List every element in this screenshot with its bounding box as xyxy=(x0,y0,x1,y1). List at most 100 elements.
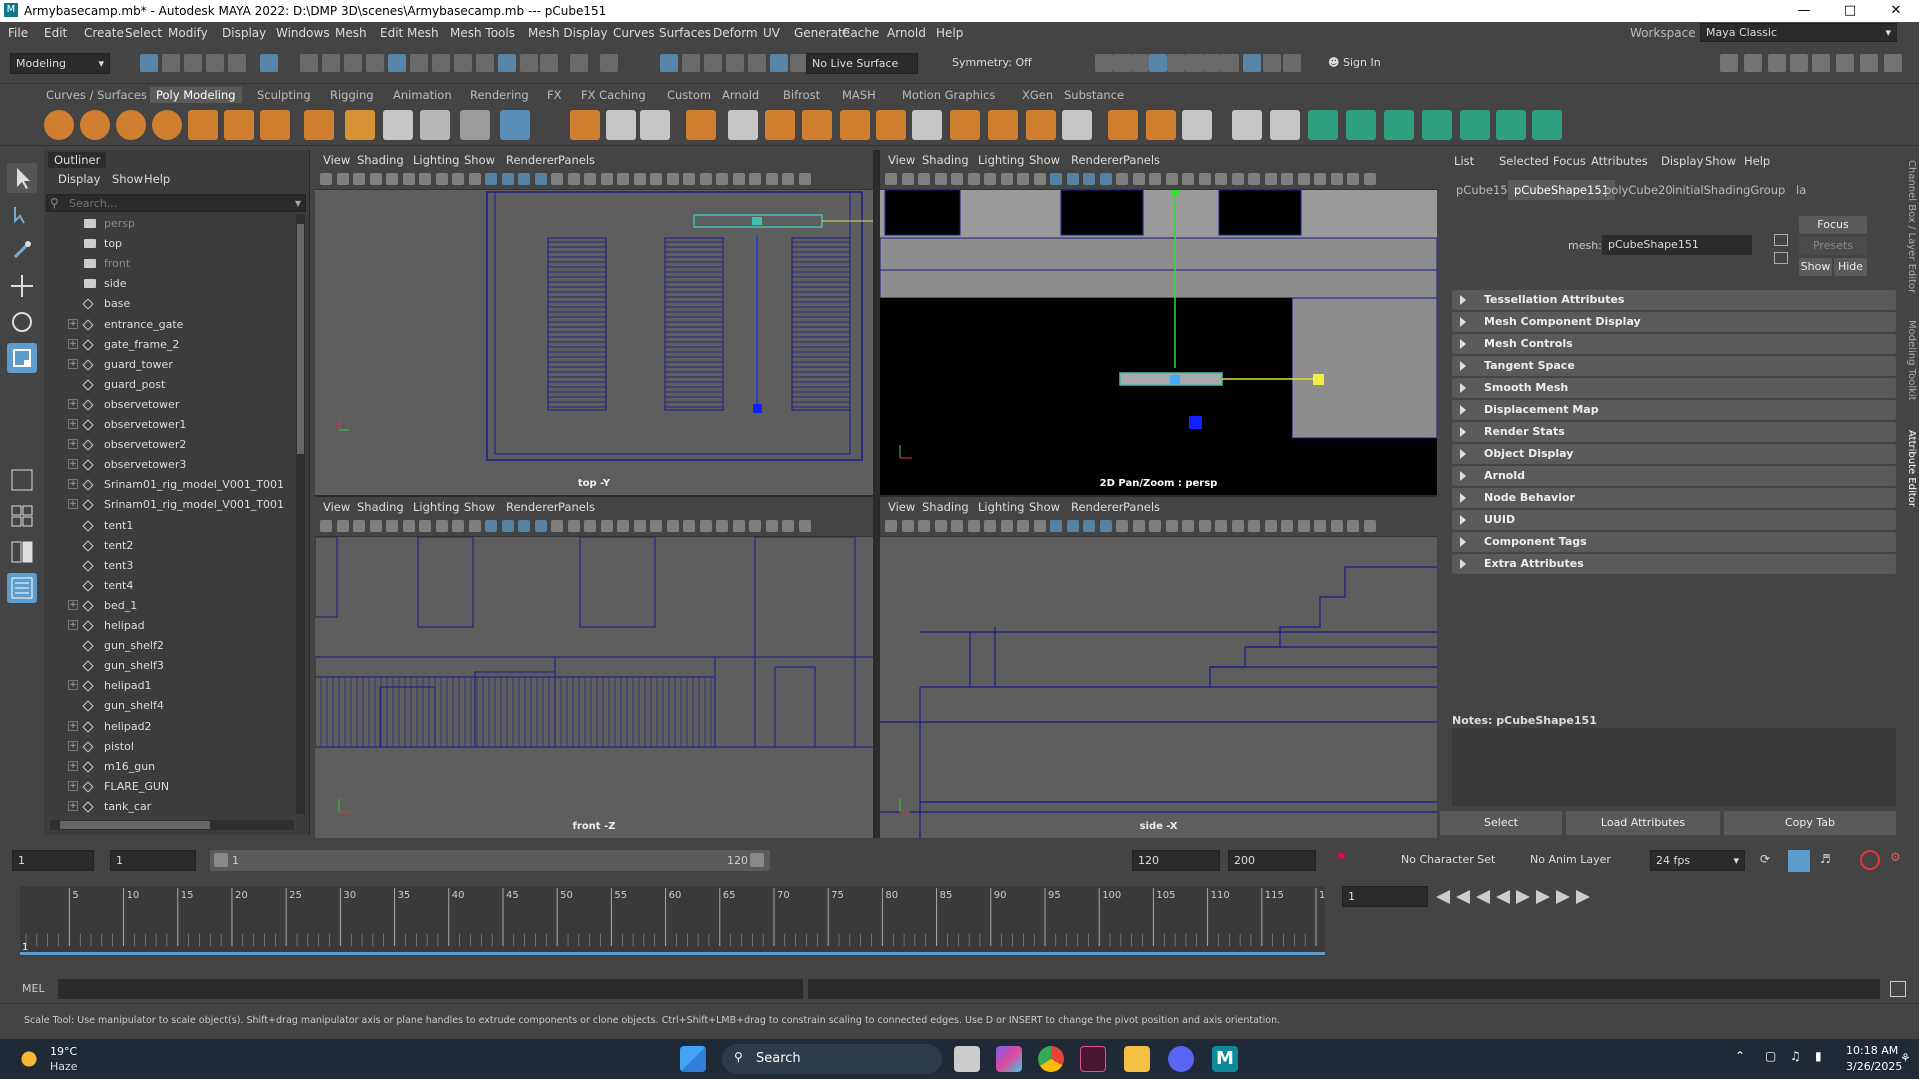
viewport-menu-view[interactable]: View xyxy=(888,500,915,514)
outliner-item-tent3[interactable]: tent3 xyxy=(44,556,284,576)
status-tool-icon[interactable] xyxy=(454,54,472,72)
close-button[interactable]: ✕ xyxy=(1873,0,1919,22)
viewport-tool-icon[interactable] xyxy=(1314,520,1326,532)
shelf-tool-icon[interactable] xyxy=(1496,110,1526,140)
viewport-tool-icon[interactable] xyxy=(732,173,745,185)
viewport-tool-icon[interactable] xyxy=(1330,173,1343,185)
expand-icon[interactable]: + xyxy=(68,439,78,450)
status-tool-icon[interactable] xyxy=(410,54,428,72)
status-tool-icon[interactable] xyxy=(184,54,202,72)
viewport-menu-lighting[interactable]: Lighting xyxy=(413,500,459,514)
viewport-menu-view[interactable]: View xyxy=(323,153,350,167)
character-set-dropdown[interactable]: No Character Set xyxy=(1396,850,1504,871)
outliner-item-gate-frame-2[interactable]: + gate_frame_2 xyxy=(44,335,284,355)
expand-icon[interactable]: + xyxy=(68,398,78,409)
expand-icon[interactable]: + xyxy=(68,800,78,811)
shelf-tool-icon[interactable] xyxy=(1384,110,1414,140)
viewport-menu-renderer[interactable]: Renderer xyxy=(506,500,559,514)
focus-button[interactable]: Focus xyxy=(1799,216,1867,234)
outliner-menu-show[interactable]: Show xyxy=(112,172,143,186)
menu-edit[interactable]: Edit xyxy=(44,26,67,40)
shelf-tool-icon[interactable] xyxy=(876,110,906,140)
viewport-tool-icon[interactable] xyxy=(1083,520,1095,532)
menu-cache[interactable]: Cache xyxy=(842,26,879,40)
viewport-tool-icon[interactable] xyxy=(1264,520,1277,532)
viewport-tool-icon[interactable] xyxy=(716,520,728,532)
preferences-icon[interactable]: ⚙ xyxy=(1890,850,1910,870)
viewport-tool-icon[interactable] xyxy=(1149,520,1161,532)
expand-icon[interactable]: + xyxy=(68,760,78,771)
viewport-tool-icon[interactable] xyxy=(1248,173,1260,185)
expand-icon[interactable]: + xyxy=(68,599,78,610)
viewport-tool-icon[interactable] xyxy=(1248,520,1260,532)
skip-to-end-icon[interactable] xyxy=(1576,890,1590,904)
workspace-dropdown[interactable]: Maya Classic ▾ xyxy=(1700,23,1897,42)
viewport-tool-icon[interactable] xyxy=(1033,520,1046,532)
shelf-tab-xgen[interactable]: XGen xyxy=(1016,87,1059,103)
viewport-menu-panels[interactable]: Panels xyxy=(1123,500,1160,514)
viewport-tool-icon[interactable] xyxy=(1132,173,1145,185)
layout-icon[interactable] xyxy=(1836,54,1854,72)
minimize-button[interactable]: — xyxy=(1781,0,1827,22)
viewport-tool-icon[interactable] xyxy=(1347,173,1359,185)
viewport-tool-icon[interactable] xyxy=(551,520,563,532)
viewport-tool-icon[interactable] xyxy=(1099,520,1112,532)
viewport-tool-icon[interactable] xyxy=(1017,173,1029,185)
outliner-item-observetower2[interactable]: + observetower2 xyxy=(44,435,284,455)
viewport-tool-icon[interactable] xyxy=(435,520,448,532)
viewport-tool-icon[interactable] xyxy=(1182,520,1194,532)
outliner-item-gun-shelf4[interactable]: gun_shelf4 xyxy=(44,696,284,716)
viewport-tool-icon[interactable] xyxy=(1116,520,1128,532)
loop-icon[interactable]: ⟳ xyxy=(1760,852,1778,870)
viewport-menu-panels[interactable]: Panels xyxy=(558,500,595,514)
viewport-menu-panels[interactable]: Panels xyxy=(558,153,595,167)
ae-section-tangent-space[interactable]: Tangent Space xyxy=(1452,356,1896,376)
outliner-search-field[interactable]: ⚲ ▾ xyxy=(46,194,306,212)
shelf-tool-icon[interactable] xyxy=(420,110,450,140)
viewport-tool-icon[interactable] xyxy=(534,173,547,185)
viewport-menu-show[interactable]: Show xyxy=(1029,500,1060,514)
viewport-side[interactable]: View Shading Lighting Show Renderer Panels si… xyxy=(880,497,1437,838)
viewport-menu-view[interactable]: View xyxy=(323,500,350,514)
step-forward-frame-icon[interactable] xyxy=(1536,890,1550,904)
viewport-tool-icon[interactable] xyxy=(1363,173,1376,185)
viewport-tool-icon[interactable] xyxy=(984,520,996,532)
shelf-tab-sculpting[interactable]: Sculpting xyxy=(251,87,317,103)
expand-icon[interactable]: + xyxy=(68,740,78,751)
viewport-tool-icon[interactable] xyxy=(650,173,662,185)
status-tool-icon[interactable] xyxy=(1113,54,1131,72)
shelf-tool-icon[interactable] xyxy=(988,110,1018,140)
viewport-top[interactable]: View Shading Lighting Show Renderer Panels to… xyxy=(315,150,873,495)
viewport-front[interactable]: View Shading Lighting Show Renderer Panels fr… xyxy=(315,497,873,838)
viewport-tool-icon[interactable] xyxy=(951,173,963,185)
viewport-tool-icon[interactable] xyxy=(1050,520,1062,532)
shelf-tab-animation[interactable]: Animation xyxy=(387,87,458,103)
viewport-tool-icon[interactable] xyxy=(617,520,629,532)
status-tool-icon[interactable] xyxy=(682,54,700,72)
viewport-menu-lighting[interactable]: Lighting xyxy=(978,500,1024,514)
viewport-tool-icon[interactable] xyxy=(468,173,481,185)
shelf-tool-icon[interactable] xyxy=(1232,110,1262,140)
viewport-tool-icon[interactable] xyxy=(798,520,811,532)
step-back-key-icon[interactable] xyxy=(1456,890,1470,904)
shelf-tool-icon[interactable] xyxy=(840,110,870,140)
range-slider-end-handle[interactable] xyxy=(750,853,764,867)
shelf-tool-icon[interactable] xyxy=(1182,110,1212,140)
status-tool-icon[interactable] xyxy=(704,54,722,72)
viewport-menu-view[interactable]: View xyxy=(888,153,915,167)
menu-create[interactable]: Create xyxy=(84,26,124,40)
viewport-tool-icon[interactable] xyxy=(782,520,794,532)
viewport-tool-icon[interactable] xyxy=(419,173,431,185)
outliner-item-bed-1[interactable]: + bed_1 xyxy=(44,596,284,616)
viewport-tool-icon[interactable] xyxy=(1165,520,1178,532)
shelf-tab-rendering[interactable]: Rendering xyxy=(464,87,535,103)
status-tool-icon[interactable] xyxy=(1131,54,1149,72)
skip-to-start-icon[interactable] xyxy=(1436,890,1450,904)
viewport-tool-icon[interactable] xyxy=(369,520,382,532)
shelf-tab-custom[interactable]: Custom xyxy=(661,87,717,103)
symmetry-dropdown[interactable]: Symmetry: Off xyxy=(947,53,1047,74)
viewport-tool-icon[interactable] xyxy=(320,173,332,185)
shelf-tool-icon[interactable] xyxy=(224,110,254,140)
shelf-tab-motion-graphics[interactable]: Motion Graphics xyxy=(896,87,1001,103)
outliner-search-input[interactable] xyxy=(69,196,274,210)
